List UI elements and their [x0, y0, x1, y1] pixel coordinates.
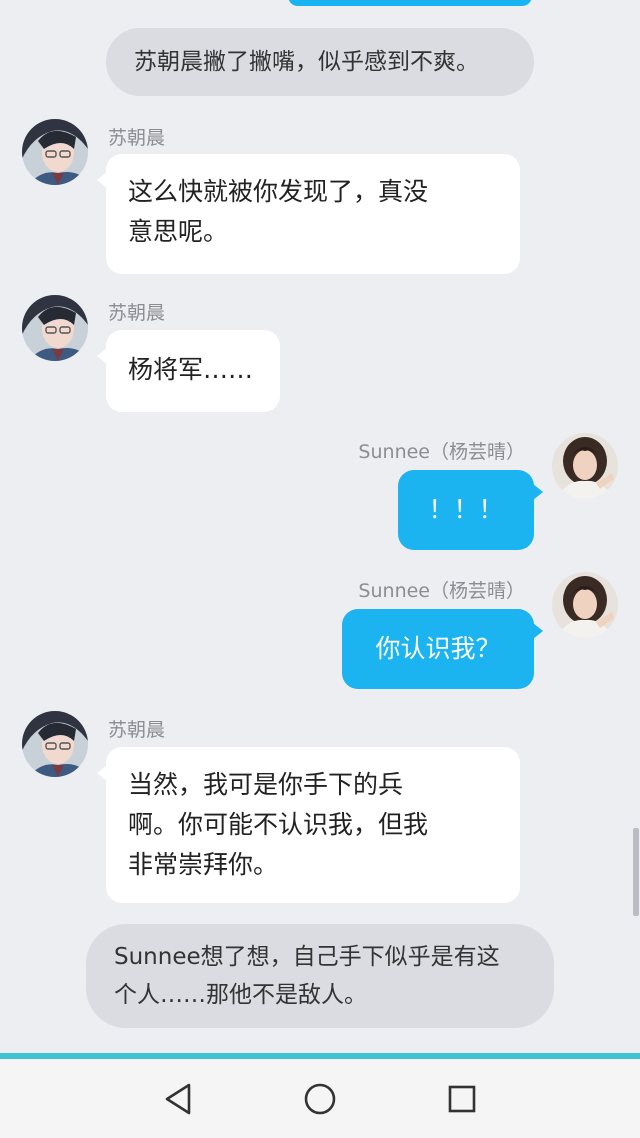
scrollbar[interactable] — [633, 828, 639, 916]
outgoing-message-bubble[interactable]: ！！！ — [398, 470, 543, 550]
incoming-message-bubble[interactable]: 当然，我可是你手下的兵 啊。你可能不认识我，但我 非常崇拜你。 — [97, 747, 520, 903]
message-line: 这么快就被你发现了，真没 — [128, 177, 429, 206]
incoming-message-bubble[interactable]: 杨将军…… — [97, 330, 280, 412]
sender-name: Sunnee（杨芸晴） — [358, 441, 525, 463]
avatar-su-zhaochen[interactable] — [22, 295, 88, 361]
message-line: ！！！ — [428, 495, 504, 524]
narration-line: Sunnee想了想，自己手下似乎是有这 — [114, 944, 500, 970]
system-navigation-bar — [0, 1059, 640, 1138]
message-line: 啊。你可能不认识我，但我 — [128, 810, 429, 839]
narration-line: 个人……那他不是敌人。 — [114, 982, 367, 1008]
avatar-sunnee[interactable] — [552, 572, 618, 638]
message-line: 意思呢。 — [128, 217, 229, 246]
sender-name: Sunnee（杨芸晴） — [358, 580, 525, 602]
chat-message-list[interactable]: 苏朝晨撇了撇嘴，似乎感到不爽。 苏朝晨 这么快就被你发现了，真没 意思呢。 苏朝… — [0, 0, 640, 1055]
sender-name: 苏朝晨 — [108, 127, 166, 149]
narration-message: Sunnee想了想，自己手下似乎是有这 个人……那他不是敌人。 — [86, 924, 554, 1028]
avatar-su-zhaochen[interactable] — [22, 119, 88, 185]
home-button[interactable] — [298, 1077, 342, 1121]
narration-message: 苏朝晨撇了撇嘴，似乎感到不爽。 — [106, 28, 534, 96]
avatar-sunnee[interactable] — [552, 433, 618, 499]
outgoing-message-bubble-partial[interactable] — [288, 0, 532, 6]
incoming-message-bubble[interactable]: 这么快就被你发现了，真没 意思呢。 — [97, 154, 520, 274]
message-line: 你认识我？ — [375, 634, 501, 663]
message-line: 当然，我可是你手下的兵 — [128, 770, 404, 799]
message-line: 杨将军…… — [128, 355, 254, 384]
narration-text: 苏朝晨撇了撇嘴，似乎感到不爽。 — [134, 49, 479, 75]
message-line: 非常崇拜你。 — [128, 850, 279, 879]
triangle-back-icon — [165, 1083, 191, 1115]
back-button[interactable] — [156, 1077, 200, 1121]
outgoing-message-bubble[interactable]: 你认识我？ — [342, 609, 543, 689]
square-recents-icon — [448, 1085, 476, 1113]
sender-name: 苏朝晨 — [108, 302, 166, 324]
sender-name: 苏朝晨 — [108, 719, 166, 741]
circle-home-icon — [304, 1083, 336, 1115]
avatar-su-zhaochen[interactable] — [22, 711, 88, 777]
recents-button[interactable] — [440, 1077, 484, 1121]
